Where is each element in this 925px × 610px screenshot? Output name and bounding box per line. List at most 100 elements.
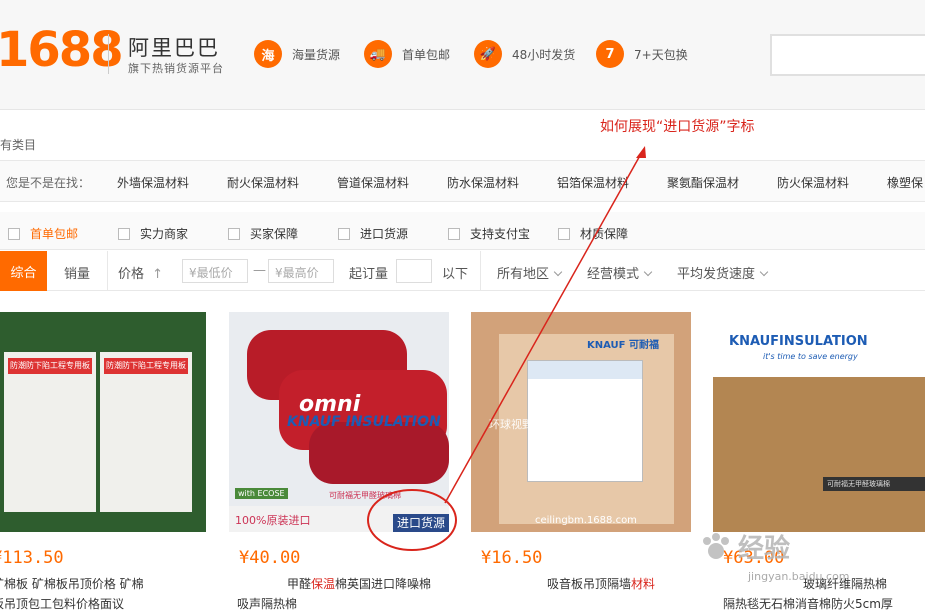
search-input[interactable] — [770, 34, 925, 76]
tagline-text: it's time to save energy — [763, 352, 858, 361]
suggestion-item[interactable]: 防水保温材料 — [447, 174, 519, 191]
shop-url-text: ceilingbm.1688.com — [535, 515, 637, 526]
filter-label: 进口货源 — [360, 227, 409, 241]
business-mode-dropdown[interactable]: 经营模式 — [587, 263, 653, 282]
product-card[interactable]: 防潮防下陷工程专用板 防潮防下陷工程专用板 ¥113.50 矿棉板 矿棉板吊顶价… — [0, 312, 206, 610]
board-label: 防潮防下陷工程专用板 — [104, 358, 188, 374]
annotation-arrow-head — [636, 146, 646, 158]
divider — [107, 251, 108, 291]
knauf-insulation-logo: KNAUFINSULATION — [729, 334, 868, 349]
watermark-text: 经验 — [738, 534, 791, 564]
product-image[interactable]: KNAUF 可耐福 环球视野 · 中国 · 材料有限公司 ceilingbm.1… — [471, 312, 691, 532]
feature-48h-dispatch[interactable]: 🚀 48小时发货 — [474, 40, 575, 68]
logo-1688[interactable]: 1688 — [0, 22, 124, 78]
title-highlight: 保温 — [311, 577, 336, 591]
feature-label: 7+天包换 — [634, 47, 688, 62]
checkbox[interactable] — [338, 227, 350, 240]
watermark-url: jingyan.baidu.com — [748, 570, 850, 583]
truck-icon: 🚚 — [364, 40, 392, 68]
product-card[interactable]: KNAUFINSULATION it's time to save energy… — [713, 312, 925, 610]
product-image[interactable]: 防潮防下陷工程专用板 防潮防下陷工程专用板 — [0, 312, 206, 532]
suggestion-item[interactable]: 铝箔保温材料 — [557, 174, 629, 191]
dispatch-speed-label: 平均发货速度 — [677, 267, 756, 282]
rocket-icon: 🚀 — [474, 40, 502, 68]
max-price-input[interactable]: ¥最高价 — [268, 259, 334, 283]
insulation-roll — [309, 422, 449, 484]
filter-label: 首单包邮 — [30, 227, 79, 241]
filter-material-guarantee[interactable]: 材质保障 — [558, 225, 628, 242]
title-part: 吸音板吊顶隔墙 — [547, 577, 632, 591]
feature-7day-exchange[interactable]: 7 7+天包换 — [596, 40, 688, 68]
checkbox[interactable] — [558, 227, 570, 240]
suggestion-label: 您是不是在找： — [6, 176, 91, 190]
site-header: 1688 阿里巴巴 旗下热销货源平台 海 海量货源 🚚 首单包邮 🚀 48小时发… — [0, 0, 925, 110]
sort-price-tab[interactable]: 价格 ↑ — [118, 263, 163, 282]
slogan-text: 可耐福无甲醛玻璃棉 — [329, 491, 401, 500]
annotation-text: 如何展现“进口货源”字标 — [600, 119, 755, 135]
region-label: 所有地区 — [497, 267, 550, 282]
sort-comprehensive-tab[interactable]: 综合 — [0, 251, 47, 291]
dispatch-speed-dropdown[interactable]: 平均发货速度 — [677, 263, 769, 282]
chevron-down-icon — [643, 267, 653, 277]
product-title-line: 隔热毯无石棉消音棉防火5cm厚 — [723, 597, 893, 610]
moq-input[interactable] — [396, 259, 432, 283]
filter-label: 材质保障 — [580, 227, 629, 241]
filter-strong-merchant[interactable]: 实力商家 — [118, 225, 188, 242]
suggestion-item[interactable]: 橡塑保 — [887, 174, 923, 191]
sea-icon: 海 — [254, 40, 282, 68]
checkbox[interactable] — [228, 227, 240, 240]
product-card[interactable]: omni KNAUF INSULATION with ECOSE 可耐福无甲醛玻… — [229, 312, 449, 610]
feature-free-shipping[interactable]: 🚚 首单包邮 — [364, 40, 450, 68]
product-card[interactable]: KNAUF 可耐福 环球视野 · 中国 · 材料有限公司 ceilingbm.1… — [471, 312, 691, 610]
tag-header — [528, 361, 642, 379]
jingyan-watermark: 经验 — [700, 528, 790, 565]
product-image[interactable]: omni KNAUF INSULATION with ECOSE 可耐福无甲醛玻… — [229, 312, 449, 532]
min-price-input[interactable]: ¥最低价 — [182, 259, 248, 283]
filter-imported-goods[interactable]: 进口货源 — [338, 225, 408, 242]
image-caption-strip: 可耐福无甲醛玻璃棉 — [823, 477, 925, 491]
all-categories-link[interactable]: 有类目 — [0, 136, 36, 153]
brand-name: 阿里巴巴 — [128, 36, 220, 60]
knauf-brand-text: KNAUF INSULATION — [287, 414, 441, 430]
feature-label: 海量货源 — [292, 47, 341, 62]
product-title[interactable]: 矿棉板 矿棉板吊顶价格 矿棉 板吊顶包工包料价格面议 — [0, 574, 222, 610]
title-part: 棉英国进口降噪棉 — [335, 577, 432, 591]
ceiling-board-image: 防潮防下陷工程专用板 — [100, 352, 192, 512]
region-dropdown[interactable]: 所有地区 — [497, 263, 563, 282]
suggestion-item[interactable]: 外墙保温材料 — [117, 174, 189, 191]
paw-icon — [703, 532, 729, 559]
product-price: ¥40.00 — [239, 548, 301, 568]
checkbox[interactable] — [118, 227, 130, 240]
product-title-line: 矿棉板 矿棉板吊顶价格 矿棉 — [0, 577, 144, 591]
board-label: 防潮防下陷工程专用板 — [8, 358, 92, 374]
feature-label: 首单包邮 — [402, 47, 451, 62]
chevron-down-icon — [553, 267, 563, 277]
suggestion-item[interactable]: 聚氨酯保温材 — [667, 174, 739, 191]
title-part: 甲醛 — [287, 577, 312, 591]
glasswool-photo — [713, 377, 925, 532]
filter-label: 买家保障 — [250, 227, 299, 241]
suggestion-item[interactable]: 防火保温材料 — [777, 174, 849, 191]
suggestion-item[interactable]: 耐火保温材料 — [227, 174, 299, 191]
original-import-label: 100%原装进口 — [235, 514, 311, 527]
sort-sales-tab[interactable]: 销量 — [64, 263, 90, 282]
suggestion-item[interactable]: 管道保温材料 — [337, 174, 409, 191]
price-range-dash: — — [253, 263, 266, 278]
filter-first-order-free-shipping[interactable]: 首单包邮 — [8, 225, 78, 242]
brand-subtitle: 旗下热销货源平台 — [128, 62, 224, 75]
checkbox[interactable] — [448, 227, 460, 240]
product-price: ¥16.50 — [481, 548, 543, 568]
sort-price-label: 价格 — [118, 267, 145, 282]
filter-buyer-protection[interactable]: 买家保障 — [228, 225, 298, 242]
checkbox[interactable] — [8, 227, 20, 240]
filter-alipay[interactable]: 支持支付宝 — [448, 225, 530, 242]
ceiling-board-image: 防潮防下陷工程专用板 — [4, 352, 96, 512]
sort-row: 综合 销量 价格 ↑ ¥最低价 — ¥最高价 起订量 以下 所有地区 经营模式 … — [0, 251, 925, 291]
divider — [480, 251, 481, 291]
feature-label: 48小时发货 — [512, 47, 576, 62]
feature-mass-supply[interactable]: 海 海量货源 — [254, 40, 340, 68]
knauf-brand-text: KNAUF 可耐福 — [587, 340, 659, 351]
chevron-down-icon — [759, 267, 769, 277]
logo-divider — [108, 34, 109, 74]
product-image[interactable]: KNAUFINSULATION it's time to save energy… — [713, 312, 925, 532]
